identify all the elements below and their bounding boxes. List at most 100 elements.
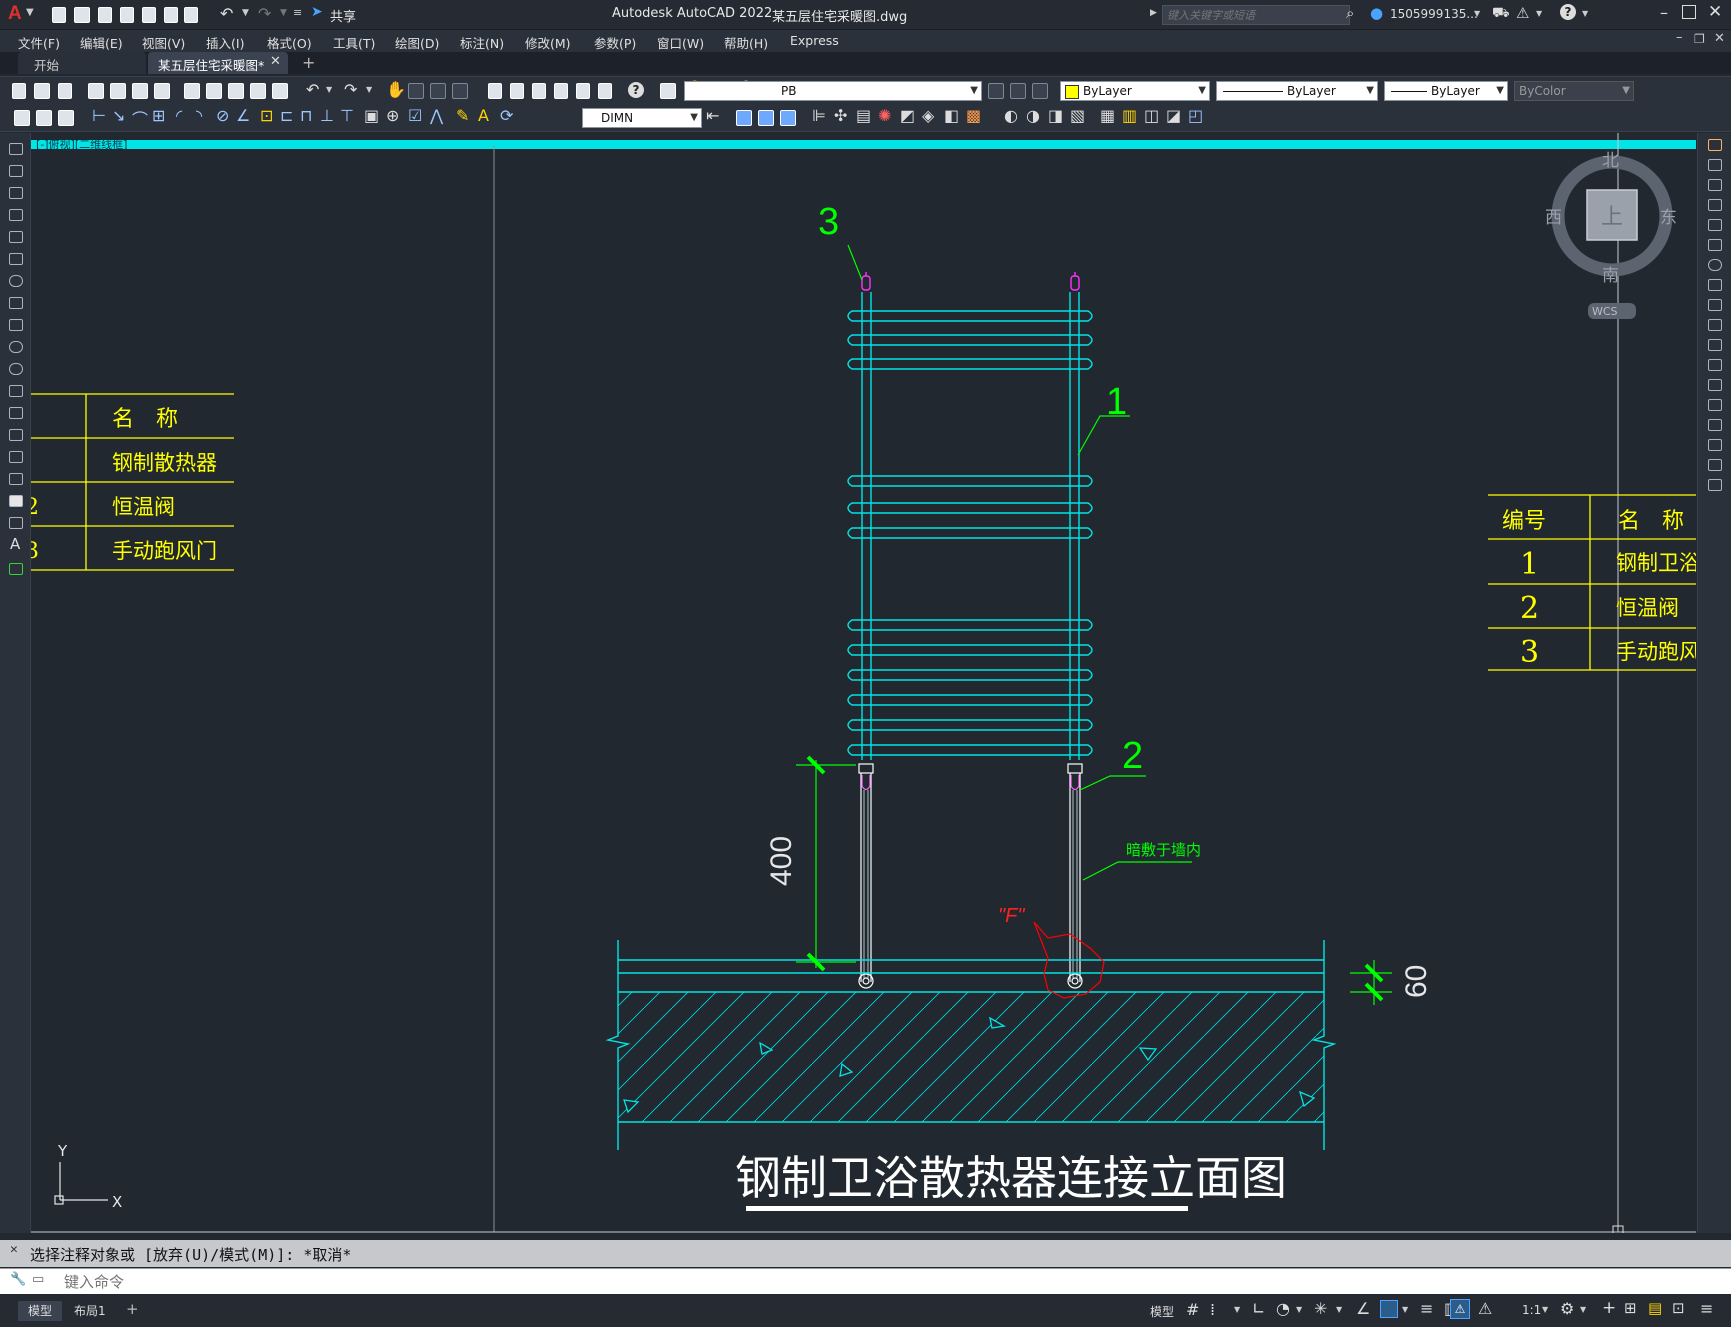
layout-tab[interactable]: 布局1	[64, 1301, 116, 1321]
dim-update-icon[interactable]: ⟳	[500, 106, 513, 125]
draw-polygon-icon[interactable]	[9, 209, 23, 221]
tb2-tool-2-icon[interactable]	[36, 110, 52, 126]
close-icon[interactable]: ✕	[1708, 2, 1722, 22]
modify-copy-icon[interactable]	[758, 110, 774, 126]
modify-stretch-icon[interactable]: ◈	[922, 106, 934, 125]
tb-publish-icon[interactable]	[132, 83, 148, 99]
modify-move-icon[interactable]: ▤	[856, 106, 871, 125]
doc-close-icon[interactable]: ✕	[1714, 31, 1725, 46]
tb-help-icon[interactable]: ?	[628, 82, 644, 98]
modify-rotate-icon[interactable]: ✺	[878, 106, 891, 125]
modify-scale-icon[interactable]: ◩	[900, 106, 915, 125]
tb-paste-icon[interactable]	[228, 83, 244, 99]
menu-view[interactable]: 视图(V)	[142, 33, 185, 52]
modify-break-icon[interactable]: ◐	[1004, 106, 1018, 125]
dim-ordinate-icon[interactable]: ⊞	[152, 106, 165, 125]
draw-circle-icon[interactable]	[9, 275, 23, 287]
modify-extend-icon[interactable]: ▩	[966, 106, 981, 125]
workspace-dropdown-icon[interactable]: ▼	[1580, 1305, 1586, 1314]
tab-close-icon[interactable]: ✕	[270, 54, 281, 69]
menu-file[interactable]: 文件(F)	[18, 33, 60, 52]
tb-markup-icon[interactable]	[576, 83, 590, 99]
menu-edit[interactable]: 编辑(E)	[80, 33, 123, 52]
viewcube-east[interactable]: 东	[1660, 208, 1677, 228]
draw-revcloud-icon[interactable]	[9, 297, 23, 309]
dimstyle-manager-icon[interactable]: ⇤	[706, 106, 719, 125]
erase-icon[interactable]	[1708, 139, 1722, 151]
tb-pan-icon[interactable]: ✋	[386, 80, 406, 99]
draw-table-icon[interactable]	[9, 517, 23, 529]
redo-icon[interactable]: ↷	[258, 4, 271, 23]
isodraft-dropdown-icon[interactable]: ▼	[1336, 1305, 1342, 1314]
tb-copy-icon[interactable]	[206, 83, 222, 99]
tab-start[interactable]: 开始	[18, 52, 146, 74]
model-space-button[interactable]: 模型	[1150, 1303, 1174, 1320]
tb-zoom-previous-icon[interactable]	[452, 83, 468, 99]
wcs-label[interactable]: WCS	[1592, 305, 1618, 318]
viewcube-west[interactable]: 西	[1545, 208, 1562, 228]
modify-array-icon[interactable]: ✣	[834, 106, 847, 125]
dimstyle-dropdown[interactable]: DIMN ▼	[582, 108, 702, 128]
undo-dropdown-icon[interactable]: ▼	[242, 8, 249, 18]
workspace-gear-icon[interactable]: ⚙	[1560, 1299, 1574, 1318]
tb-calculator-icon[interactable]	[598, 83, 612, 99]
customization-icon[interactable]: ≡	[1700, 1299, 1713, 1318]
dim-jogged-icon[interactable]: ◝	[196, 106, 202, 125]
tb-matchprop-icon[interactable]	[250, 83, 266, 99]
break-icon[interactable]	[1708, 379, 1722, 391]
menu-dimension[interactable]: 标注(N)	[460, 33, 504, 52]
new-icon[interactable]	[52, 7, 66, 23]
tb-redo-dropdown-icon[interactable]: ▼	[366, 85, 372, 94]
dim-angular-icon[interactable]: ∠	[236, 106, 250, 125]
modify-erase-icon[interactable]	[736, 110, 752, 126]
tb-sheetset-icon[interactable]	[554, 83, 568, 99]
otrack-icon[interactable]: ∠	[1356, 1299, 1370, 1318]
inspect-icon[interactable]: ☑	[408, 106, 422, 125]
app-menu-chevron-icon[interactable]: ▼	[26, 7, 34, 18]
dim-baseline-icon[interactable]: ⊏	[280, 106, 293, 125]
draworder-icon[interactable]: ▦	[1100, 106, 1115, 125]
units-icon[interactable]: ⊞	[1624, 1299, 1637, 1317]
tb-undo-dropdown-icon[interactable]: ▼	[326, 85, 332, 94]
scale-icon[interactable]	[1708, 279, 1722, 291]
tb-toolpalettes-icon[interactable]	[532, 83, 546, 99]
cmd-recent-icon[interactable]: ▭	[32, 1272, 44, 1287]
menu-format[interactable]: 格式(O)	[267, 33, 312, 52]
lineweight-icon[interactable]: ≡	[1420, 1299, 1433, 1318]
add-layout-icon[interactable]: +	[126, 1300, 139, 1318]
dim-continue-icon[interactable]: ⊓	[300, 106, 312, 125]
draw-ellipse-icon[interactable]	[9, 341, 23, 353]
blend-icon[interactable]	[1708, 459, 1722, 471]
dim-diameter-icon[interactable]: ⊘	[216, 106, 229, 125]
draw-point-icon[interactable]	[9, 429, 23, 441]
menu-window[interactable]: 窗口(W)	[657, 33, 704, 52]
polar-dropdown-icon[interactable]: ▼	[1296, 1305, 1302, 1314]
modify-join-icon[interactable]: ◑	[1026, 106, 1040, 125]
maximize-icon[interactable]	[1682, 5, 1696, 19]
snap-icon[interactable]: ⁞	[1210, 1300, 1215, 1319]
scale-dropdown-icon[interactable]: ▼	[1542, 1305, 1548, 1314]
autodesk-dropdown-icon[interactable]: ▼	[1536, 9, 1542, 18]
viewcube-top-label[interactable]: 上	[1601, 205, 1623, 230]
copy-icon[interactable]	[1708, 159, 1722, 171]
modify-trim-icon[interactable]: ◧	[944, 106, 959, 125]
user-icon[interactable]: ●	[1370, 4, 1383, 22]
trim-icon[interactable]	[1708, 319, 1722, 331]
tab-active-drawing[interactable]: 某五层住宅采暖图* ✕	[148, 52, 288, 74]
dim-aligned-icon[interactable]: ↘	[112, 106, 125, 125]
explode-icon[interactable]: ◪	[1166, 106, 1181, 125]
explode-icon-right[interactable]	[1708, 479, 1722, 491]
tb2-tool-3-icon[interactable]	[58, 110, 74, 126]
offset-icon[interactable]	[1708, 199, 1722, 211]
dimtedit-icon[interactable]: A	[478, 106, 489, 125]
dim-quick-icon[interactable]: ⊡	[260, 106, 273, 125]
tb2-tool-1-icon[interactable]	[14, 110, 30, 126]
add-selected-icon[interactable]	[9, 563, 23, 575]
menu-express[interactable]: Express	[790, 33, 839, 48]
plot-icon[interactable]	[164, 7, 178, 23]
draw-mtext-icon[interactable]: A	[10, 535, 20, 553]
jogged-linear-icon[interactable]: ⋀	[430, 106, 443, 125]
new-tab-icon[interactable]: +	[302, 53, 315, 72]
menu-tools[interactable]: 工具(T)	[333, 33, 375, 52]
linetype-dropdown[interactable]: ByLayer ▼	[1216, 81, 1378, 101]
